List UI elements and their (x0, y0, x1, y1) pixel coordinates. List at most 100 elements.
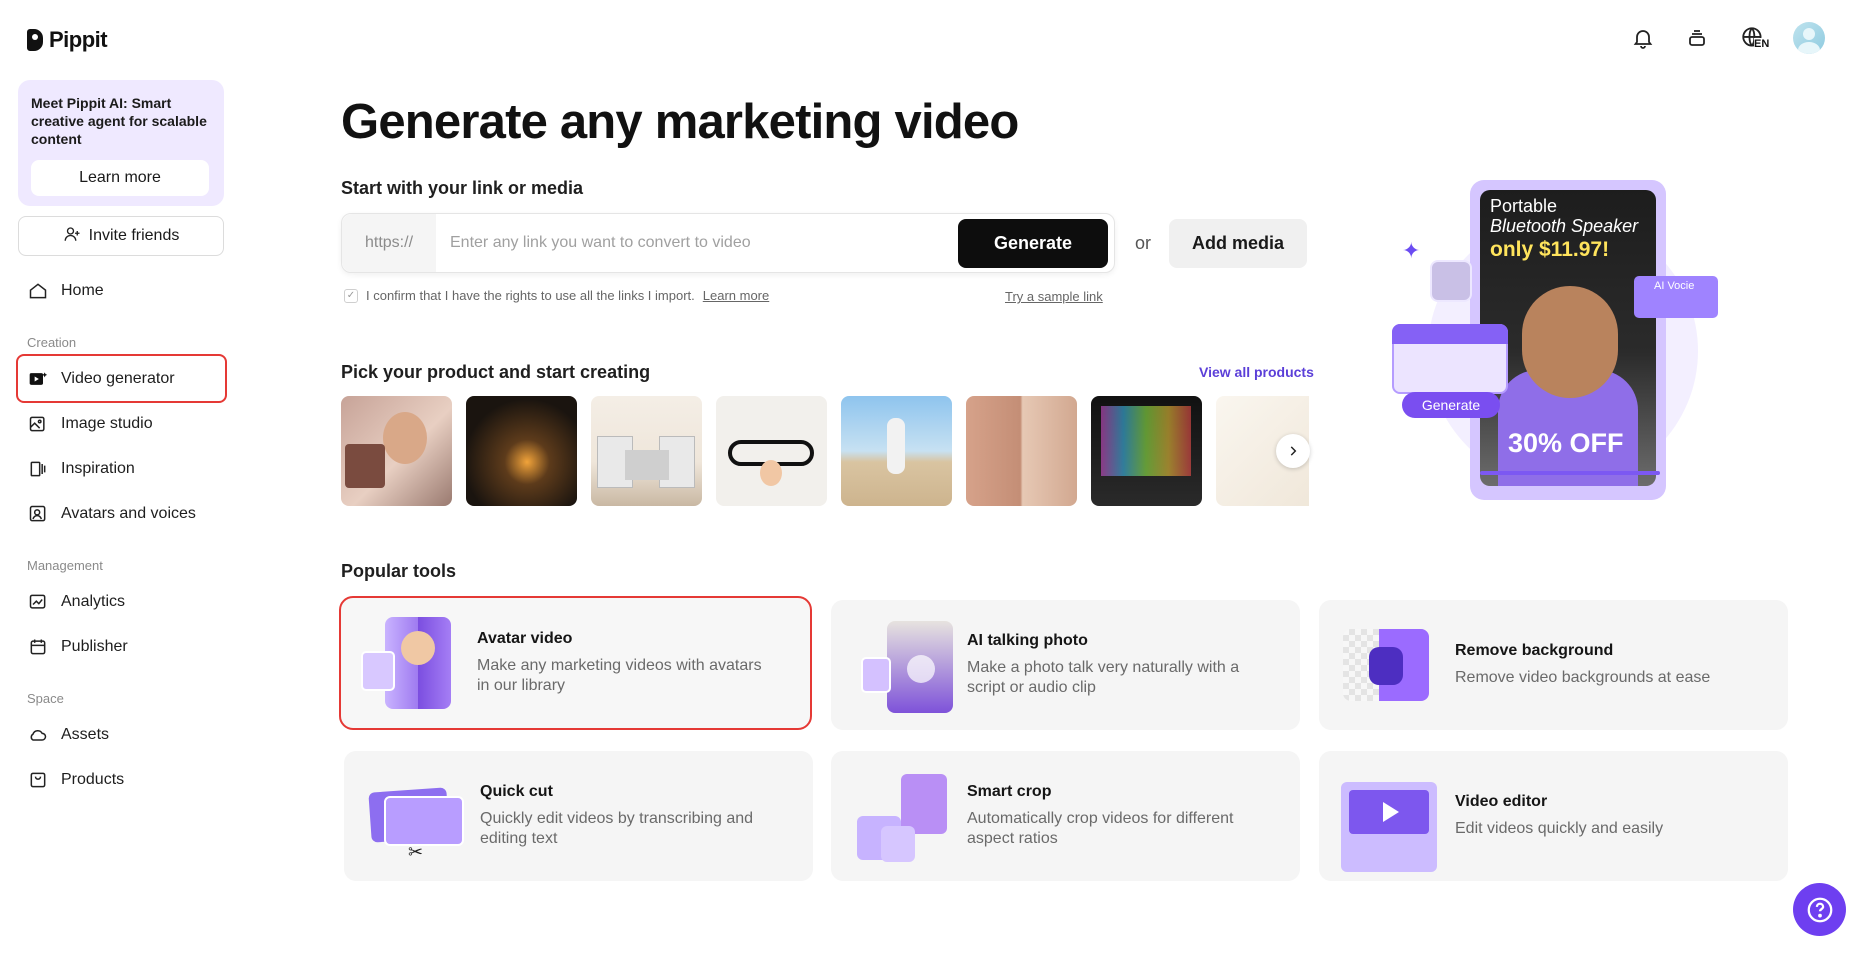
product-thumbnail[interactable] (341, 396, 452, 506)
tool-description: Make any marketing videos with avatars i… (477, 657, 762, 694)
bell-icon[interactable] (1627, 22, 1659, 54)
page-title: Generate any marketing video (341, 95, 1019, 149)
learn-more-button[interactable]: Learn more (31, 160, 209, 196)
avatar-video-thumbnail (357, 615, 453, 711)
scissors-icon: ✂ (408, 842, 424, 862)
hero-illustration: Portable Bluetooth Speaker only $11.97! … (1388, 176, 1728, 506)
sidebar: Meet Pippit AI: Smart creative agent for… (16, 80, 227, 802)
product-carousel (341, 396, 1309, 506)
product-thumbnail[interactable] (716, 396, 827, 506)
sidebar-item-label: Products (61, 770, 125, 788)
avatar-voice-icon (27, 503, 49, 525)
link-prefix: https:// (342, 214, 436, 272)
promo-card: Meet Pippit AI: Smart creative agent for… (18, 80, 224, 206)
tool-card-remove-background[interactable]: Remove background Remove video backgroun… (1319, 600, 1788, 730)
promo-text: Meet Pippit AI: Smart creative agent for… (31, 95, 207, 147)
hero-panel-header (1392, 324, 1508, 344)
question-icon (1807, 897, 1832, 922)
pick-product-label: Pick your product and start creating (341, 362, 651, 382)
tool-description: Quickly edit videos by transcribing and … (480, 810, 754, 847)
sidebar-item-image-studio[interactable]: Image studio (18, 401, 224, 446)
product-box-icon (27, 769, 49, 791)
globe-language-icon[interactable]: EN (1735, 22, 1771, 54)
sidebar-item-assets[interactable]: Assets (18, 712, 224, 757)
sidebar-item-label: Avatars and voices (61, 504, 196, 522)
tool-description: Remove video backgrounds at ease (1455, 669, 1711, 686)
sidebar-item-label: Publisher (61, 637, 128, 655)
cloud-icon (27, 724, 49, 746)
product-thumbnail[interactable] (841, 396, 952, 506)
tool-title: Smart crop (967, 783, 1052, 800)
sparkle-icon: ✦ (1402, 238, 1421, 263)
hero-price: only $11.97! (1490, 238, 1610, 261)
help-button[interactable] (1793, 883, 1846, 936)
pippit-logo-icon (27, 29, 43, 51)
product-thumbnail[interactable] (466, 396, 577, 506)
sidebar-item-avatars-voices[interactable]: Avatars and voices (18, 491, 224, 536)
sidebar-item-home[interactable]: Home (18, 268, 224, 313)
sidebar-item-products[interactable]: Products (18, 757, 224, 802)
sidebar-item-label: Home (61, 281, 104, 299)
section-management: Management (27, 558, 103, 573)
section-creation: Creation (27, 335, 77, 350)
sidebar-item-label: Image studio (61, 414, 153, 432)
inspiration-icon (27, 458, 49, 480)
tool-card-avatar-video[interactable]: Avatar video Make any marketing videos w… (339, 596, 812, 730)
add-user-icon (63, 225, 81, 248)
confirm-learn-more-link[interactable]: Learn more (703, 288, 769, 303)
hero-discount: 30% OFF (1508, 428, 1624, 458)
invite-friends-button[interactable]: Invite friends (18, 216, 224, 256)
tool-title: Remove background (1455, 642, 1614, 659)
user-avatar[interactable] (1793, 22, 1825, 54)
popular-tools-label: Popular tools (341, 561, 457, 581)
remove-background-thumbnail (1335, 617, 1431, 713)
tool-title: Quick cut (480, 783, 553, 800)
tool-card-smart-crop[interactable]: Smart crop Automatically crop videos for… (831, 751, 1300, 881)
hero-generate-pill: Generate (1402, 392, 1500, 418)
sidebar-item-publisher[interactable]: Publisher (18, 624, 224, 669)
tool-card-quick-cut[interactable]: ✂ Quick cut Quickly edit videos by trans… (344, 751, 813, 881)
calendar-icon (27, 636, 49, 658)
or-label: or (1135, 232, 1152, 253)
sidebar-item-video-generator[interactable]: Video generator (16, 354, 227, 403)
sidebar-item-label: Assets (61, 725, 110, 743)
view-all-products-link[interactable]: View all products (1199, 364, 1314, 380)
invite-friends-label: Invite friends (88, 227, 180, 244)
sidebar-item-inspiration[interactable]: Inspiration (18, 446, 224, 491)
tool-description: Make a photo talk very naturally with a … (967, 659, 1240, 696)
carousel-next-button[interactable] (1276, 434, 1310, 468)
product-thumbnail[interactable] (591, 396, 702, 506)
confirm-text: I confirm that I have the rights to use … (366, 288, 695, 303)
stack-icon[interactable] (1681, 22, 1713, 54)
analytics-icon (27, 591, 49, 613)
sample-link[interactable]: Try a sample link (1005, 289, 1103, 304)
hero-line-1: Portable (1490, 196, 1558, 216)
smart-crop-thumbnail (847, 768, 947, 864)
app-logo[interactable]: Pippit (27, 27, 108, 53)
tool-description: Edit videos quickly and easily (1455, 820, 1664, 837)
hero-ai-voice-badge: AI Vocie (1634, 276, 1718, 318)
topbar-actions: EN (1627, 22, 1825, 54)
link-input[interactable] (436, 215, 958, 271)
tool-description: Automatically crop videos for different … (967, 810, 1234, 847)
product-thumbnail[interactable] (966, 396, 1077, 506)
chevron-right-icon (1290, 446, 1297, 456)
sidebar-item-analytics[interactable]: Analytics (18, 579, 224, 624)
tool-card-video-editor[interactable]: Video editor Edit videos quickly and eas… (1319, 751, 1788, 881)
talking-photo-thumbnail (847, 617, 953, 713)
confirm-checkbox[interactable]: ✓ (344, 288, 358, 303)
sidebar-item-label: Inspiration (61, 459, 135, 477)
link-section-label: Start with your link or media (341, 178, 584, 198)
app-name: Pippit (49, 27, 108, 52)
product-thumbnail[interactable] (1091, 396, 1202, 506)
quick-cut-thumbnail: ✂ (360, 768, 464, 864)
generate-button[interactable]: Generate (958, 218, 1108, 268)
hero-progress-bar (1480, 471, 1660, 475)
video-generator-icon (27, 368, 49, 390)
image-studio-icon (27, 413, 49, 435)
add-media-button[interactable]: Add media (1169, 218, 1308, 268)
video-editor-thumbnail (1335, 768, 1437, 872)
tool-card-ai-talking-photo[interactable]: AI talking photo Make a photo talk very … (831, 600, 1300, 730)
tool-title: Video editor (1455, 793, 1548, 810)
link-row: https:// Generate or Add media (341, 213, 1308, 273)
